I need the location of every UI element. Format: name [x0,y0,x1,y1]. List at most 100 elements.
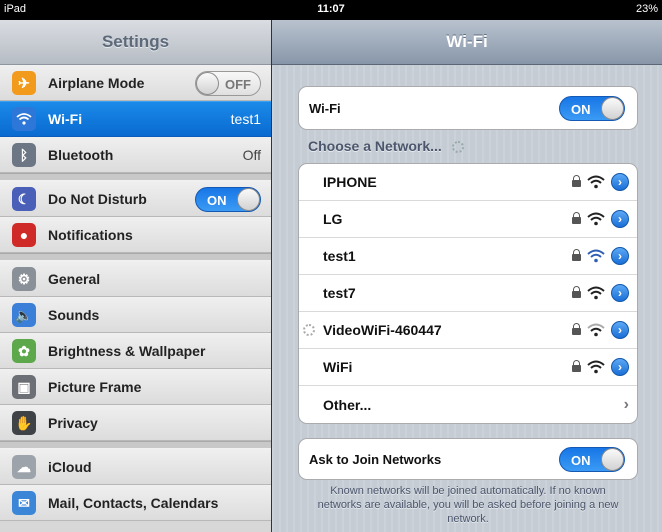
network-name: VideoWiFi-460447 [323,322,442,338]
network-row-other[interactable]: Other... › [299,386,637,423]
sidebar-item-privacy[interactable]: ✋ Privacy [0,405,271,441]
network-row-iphone[interactable]: IPHONE › [299,164,637,201]
ask-to-join-row: Ask to Join Networks ON [299,439,637,479]
sidebar-item-label: Sounds [48,307,100,323]
sidebar-item-label: Brightness & Wallpaper [48,343,206,359]
sidebar-title: Settings [0,20,271,65]
ask-to-join-label: Ask to Join Networks [309,451,442,467]
choose-network-label: Choose a Network... [308,138,442,154]
speaker-icon: 🔈 [12,303,36,327]
lock-icon [572,175,581,187]
sidebar-item-mail-contacts-calendars[interactable]: ✉ Mail, Contacts, Calendars [0,485,271,521]
lock-icon [572,323,581,335]
sidebar-item-do-not-disturb[interactable]: ☾ Do Not Disturb ON [0,181,271,217]
sidebar-item-notifications[interactable]: ● Notifications [0,217,271,253]
wifi-toggle-group: Wi-Fi ON [298,86,638,130]
section-gap [0,173,271,181]
ask-to-join-group: Ask to Join Networks ON [298,438,638,480]
mail-icon: ✉ [12,491,36,515]
bluetooth-icon: ᛒ [12,143,36,167]
lock-icon [572,249,581,261]
sidebar-item-general[interactable]: ⚙ General [0,261,271,297]
network-details-button[interactable]: › [611,210,629,228]
cloud-icon: ☁ [12,455,36,479]
wifi-detail-pane: Wi-Fi Wi-Fi ON Choose a Network... IPHON… [272,20,662,532]
sidebar-item-label: Mail, Contacts, Calendars [48,495,219,511]
gear-icon: ⚙ [12,267,36,291]
toggle-knob [601,447,624,471]
wifi-row: Wi-Fi ON [299,87,637,129]
ask-to-join-toggle[interactable]: ON [559,446,625,472]
sidebar-item-icloud[interactable]: ☁ iCloud [0,449,271,485]
sidebar-item-label: General [48,271,101,287]
sidebar-item-bluetooth[interactable]: ᛒ Bluetooth Off [0,137,271,173]
sidebar-item-label: iCloud [48,459,92,475]
battery-label: 23% [635,3,658,15]
connecting-spinner-icon [303,324,315,336]
wifi-signal-icon [587,212,605,226]
wifi-icon [12,107,36,131]
toggle-state: ON [207,192,227,208]
sidebar-item-value: test1 [230,111,261,127]
network-details-button[interactable]: › [611,321,629,339]
network-name: test7 [323,285,356,301]
clock-label: 11:07 [317,3,345,15]
airplane-icon: ✈ [12,71,36,95]
wifi-signal-icon [587,360,605,374]
ask-to-join-note: Known networks will be joined automatica… [317,485,619,525]
sidebar-item-label: Picture Frame [48,379,142,395]
network-name: LG [323,211,343,227]
network-row-videowifi[interactable]: VideoWiFi-460447 › [299,312,637,349]
section-gap [0,253,271,261]
other-network-label: Other... [323,396,372,413]
sidebar-item-label: Do Not Disturb [48,191,147,207]
sidebar-item-brightness-wallpaper[interactable]: ✿ Brightness & Wallpaper [0,333,271,369]
network-details-button[interactable]: › [611,247,629,265]
sidebar-item-wifi[interactable]: Wi-Fi test1 [0,101,271,137]
wifi-signal-icon [587,286,605,300]
flower-icon: ✿ [12,339,36,363]
section-gap [0,441,271,449]
network-list: IPHONE › LG › test1 › test7 › VideoWiFi-… [298,163,638,424]
hand-icon: ✋ [12,411,36,435]
toggle-state: OFF [225,76,251,92]
notifications-icon: ● [12,223,36,247]
wifi-toggle[interactable]: ON [559,95,625,121]
sidebar-item-label: Wi-Fi [48,111,83,127]
network-details-button[interactable]: › [611,173,629,191]
lock-icon [572,286,581,298]
sidebar-item-label: Bluetooth [48,147,114,163]
sidebar-item-label: Privacy [48,415,98,431]
airplane-mode-toggle[interactable]: OFF [195,70,261,96]
network-details-button[interactable]: › [611,358,629,376]
sidebar-item-sounds[interactable]: 🔈 Sounds [0,297,271,333]
toggle-knob [601,96,624,120]
wifi-row-label: Wi-Fi [309,100,341,116]
network-row-lg[interactable]: LG › [299,201,637,238]
do-not-disturb-toggle[interactable]: ON [195,186,261,212]
wifi-signal-icon [587,175,605,189]
moon-icon: ☾ [12,187,36,211]
sidebar-item-airplane-mode[interactable]: ✈ Airplane Mode OFF [0,65,271,101]
network-row-test7[interactable]: test7 › [299,275,637,312]
toggle-knob [237,187,260,211]
network-name: WiFi [323,359,353,375]
toggle-state: ON [571,101,591,117]
network-name: test1 [323,248,356,264]
network-row-wifi[interactable]: WiFi › [299,349,637,386]
chevron-right-icon: › [623,395,629,413]
sidebar-item-label: Airplane Mode [48,75,145,91]
detail-title: Wi-Fi [272,20,662,65]
network-details-button[interactable]: › [611,284,629,302]
lock-icon [572,360,581,372]
status-bar: iPad 11:07 23% [0,0,662,20]
choose-network-header: Choose a Network... [308,138,464,154]
sidebar-item-picture-frame[interactable]: ▣ Picture Frame [0,369,271,405]
wifi-signal-icon [587,323,605,337]
picture-frame-icon: ▣ [12,375,36,399]
sidebar-item-label: Notifications [48,227,133,243]
scanning-spinner-icon [451,141,464,154]
toggle-knob [196,71,219,95]
network-row-test1[interactable]: test1 › [299,238,637,275]
wifi-signal-icon [587,249,605,263]
